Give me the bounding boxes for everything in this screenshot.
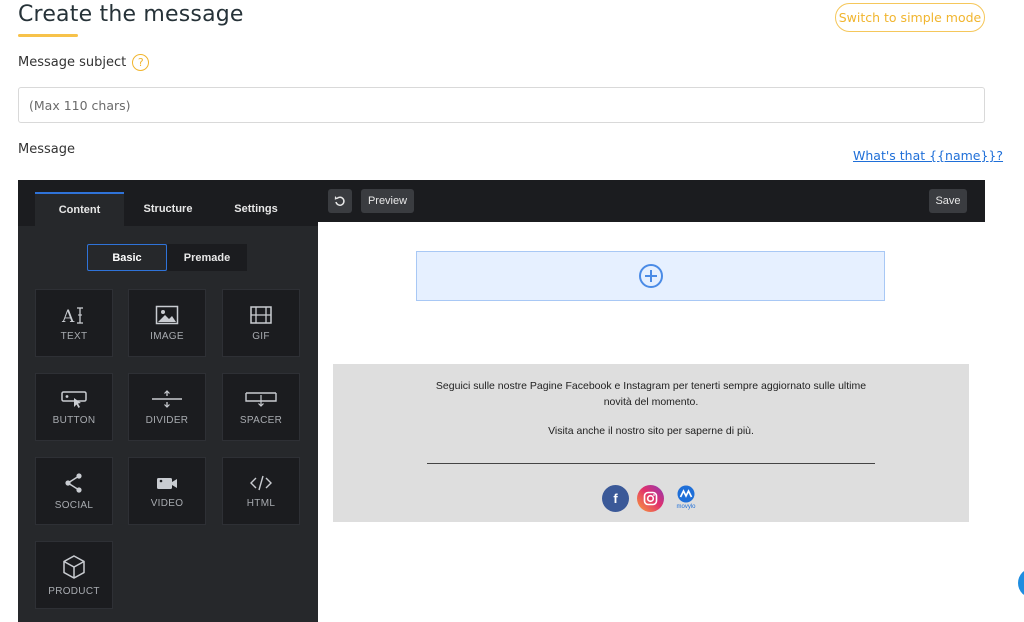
block-gif[interactable]: GIF [222, 289, 300, 357]
switch-simple-mode-button[interactable]: Switch to simple mode [835, 3, 985, 32]
movylo-caption: movylo [676, 504, 696, 510]
facebook-glyph: f [613, 491, 618, 506]
tab-settings[interactable]: Settings [212, 192, 300, 226]
block-video[interactable]: VIDEO [128, 457, 206, 525]
block-divider-label: DIVIDER [145, 414, 189, 426]
button-icon [61, 390, 87, 408]
segment-basic[interactable]: Basic [87, 244, 167, 271]
text-icon: A [61, 307, 83, 325]
editor-sidebar: Content Structure Settings Basic Premade… [18, 180, 318, 622]
message-label: Message [18, 142, 75, 157]
editor-tab-bar: Content Structure Settings [18, 180, 318, 226]
footer-social-text: Seguici sulle nostre Pagine Facebook e I… [435, 380, 867, 408]
block-social[interactable]: SOCIAL [35, 457, 113, 525]
gif-icon [250, 305, 272, 324]
block-image[interactable]: IMAGE [128, 289, 206, 357]
movylo-icon[interactable]: movylo [671, 485, 701, 513]
title-underline [18, 34, 78, 37]
box-icon [63, 554, 85, 579]
chat-bubble[interactable] [1018, 568, 1024, 598]
block-image-label: IMAGE [150, 330, 184, 342]
add-row-dropzone[interactable] [416, 251, 885, 301]
undo-button[interactable] [328, 189, 352, 213]
help-icon[interactable]: ? [132, 54, 150, 71]
instagram-icon[interactable] [637, 485, 664, 512]
page-title: Create the message [18, 2, 244, 27]
tab-content[interactable]: Content [35, 192, 124, 226]
svg-text:A: A [61, 307, 75, 325]
block-button-label: BUTTON [52, 414, 96, 426]
block-social-label: SOCIAL [54, 499, 94, 511]
block-html[interactable]: HTML [222, 457, 300, 525]
name-help-link[interactable]: What's that {{name}}? [853, 148, 1003, 163]
block-text[interactable]: A TEXT [35, 289, 113, 357]
subject-input[interactable] [18, 87, 985, 123]
footer-website-text: Visita anche il nostro sito per saperne … [548, 425, 754, 437]
email-footer-block[interactable]: Seguici sulle nostre Pagine Facebook e I… [333, 364, 969, 522]
block-product-label: PRODUCT [48, 585, 100, 597]
spacer-icon [245, 391, 277, 407]
block-gif-label: GIF [252, 330, 270, 342]
undo-icon [334, 196, 345, 206]
block-spacer-label: SPACER [239, 414, 283, 426]
subject-label: Message subject ? [18, 54, 150, 71]
plus-circle-icon[interactable] [638, 263, 664, 289]
block-video-label: VIDEO [150, 497, 184, 509]
facebook-icon[interactable]: f [602, 485, 629, 512]
tab-structure[interactable]: Structure [124, 192, 212, 226]
share-icon [65, 472, 82, 493]
divider-icon [152, 389, 182, 408]
editor-toolbar: Preview Save [318, 180, 985, 222]
block-product[interactable]: PRODUCT [35, 541, 113, 609]
code-icon [250, 475, 272, 490]
image-icon [155, 305, 179, 324]
instagram-glyph [643, 491, 658, 506]
movylo-logo [677, 485, 695, 503]
preview-button[interactable]: Preview [361, 189, 414, 213]
block-html-label: HTML [246, 497, 276, 509]
block-button[interactable]: BUTTON [35, 373, 113, 441]
block-text-label: TEXT [60, 330, 88, 342]
block-spacer[interactable]: SPACER [222, 373, 300, 441]
footer-divider [427, 463, 875, 464]
segment-premade[interactable]: Premade [167, 244, 247, 271]
video-icon [157, 477, 177, 489]
save-button[interactable]: Save [929, 189, 967, 213]
subject-label-text: Message subject [18, 55, 127, 70]
block-divider[interactable]: DIVIDER [128, 373, 206, 441]
